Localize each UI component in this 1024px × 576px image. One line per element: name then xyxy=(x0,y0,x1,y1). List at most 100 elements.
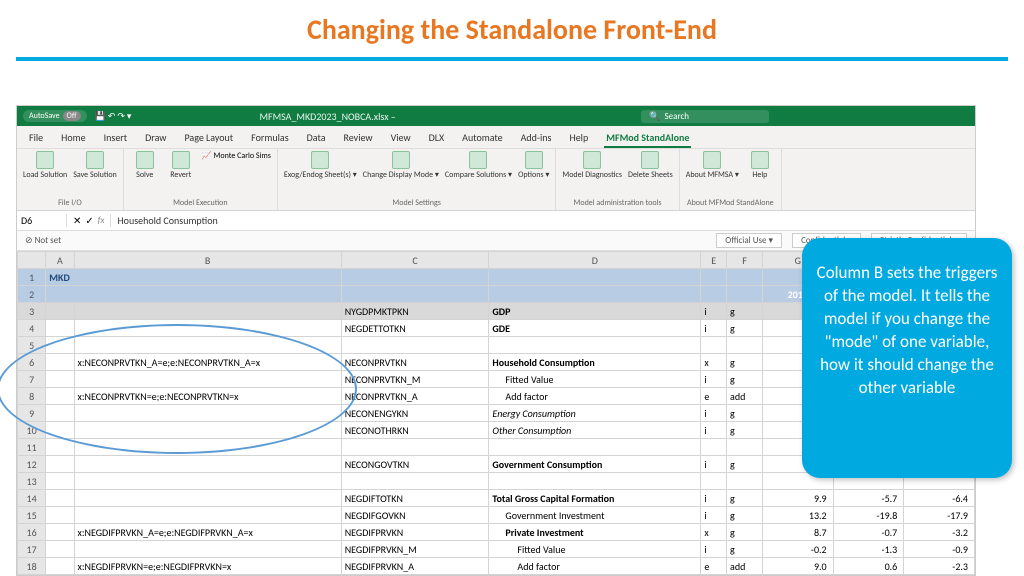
cell[interactable]: 13.2 xyxy=(762,507,833,524)
cell[interactable]: add xyxy=(727,388,763,405)
cell[interactable]: 9.9 xyxy=(762,490,833,507)
cell[interactable]: -2.3 xyxy=(904,558,975,575)
cell[interactable] xyxy=(489,286,701,303)
ribbon-tab-file[interactable]: File xyxy=(27,129,45,148)
cell[interactable]: NEGDIFPRVKN_A xyxy=(341,558,489,575)
cell[interactable] xyxy=(74,337,341,354)
classif-notset[interactable]: ⊘ Not set xyxy=(25,235,61,246)
cell[interactable] xyxy=(74,456,341,473)
ribbon-btn[interactable]: Save Solution xyxy=(73,151,117,180)
cell[interactable]: Other Consumption xyxy=(489,422,701,439)
fx-confirm-icon[interactable]: ✓ xyxy=(85,214,93,227)
cell[interactable]: 1 xyxy=(18,269,46,286)
ribbon-btn[interactable]: Help xyxy=(745,151,775,180)
cell[interactable]: -17.9 xyxy=(904,507,975,524)
ribbon-btn[interactable]: Exog/Endog Sheet(s) ▾ xyxy=(284,151,357,180)
cell[interactable]: i xyxy=(701,422,727,439)
cell[interactable] xyxy=(46,371,74,388)
cell[interactable] xyxy=(46,490,74,507)
cell[interactable] xyxy=(489,473,701,490)
cell[interactable] xyxy=(46,405,74,422)
col-header[interactable] xyxy=(18,252,46,269)
ribbon-tab-dlx[interactable]: DLX xyxy=(427,129,447,148)
cell[interactable] xyxy=(727,439,763,456)
cell[interactable]: 10 xyxy=(18,422,46,439)
cell[interactable]: x:NECONPRVTKN=e;e:NECONPRVTKN=x xyxy=(74,388,341,405)
cell[interactable]: add xyxy=(727,558,763,575)
cell[interactable]: -0.2 xyxy=(762,541,833,558)
cell[interactable] xyxy=(46,558,74,575)
cell[interactable] xyxy=(46,524,74,541)
cell[interactable]: MKD xyxy=(46,269,341,286)
cell[interactable] xyxy=(74,405,341,422)
name-box[interactable]: D6 xyxy=(17,214,67,227)
cell[interactable] xyxy=(74,439,341,456)
cell[interactable] xyxy=(74,303,341,320)
cell[interactable]: 16 xyxy=(18,524,46,541)
col-header[interactable]: D xyxy=(489,252,701,269)
cell[interactable] xyxy=(74,473,341,490)
cell[interactable]: Add factor xyxy=(489,558,701,575)
cell[interactable] xyxy=(46,303,74,320)
ribbon-btn[interactable]: About MFMSA ▾ xyxy=(686,151,739,180)
cell[interactable] xyxy=(341,286,489,303)
ribbon-btn[interactable]: Solve xyxy=(130,151,160,180)
cell[interactable] xyxy=(46,473,74,490)
cell[interactable]: Government Investment xyxy=(489,507,701,524)
cell[interactable]: 8.7 xyxy=(762,524,833,541)
cell[interactable]: Add factor xyxy=(489,388,701,405)
fx-cancel-icon[interactable]: ✕ xyxy=(73,214,81,227)
cell[interactable]: 9.0 xyxy=(762,558,833,575)
cell[interactable] xyxy=(46,286,341,303)
cell[interactable]: Energy Consumption xyxy=(489,405,701,422)
cell[interactable]: -3.2 xyxy=(904,524,975,541)
cell[interactable]: -19.8 xyxy=(833,507,904,524)
cell[interactable] xyxy=(701,337,727,354)
cell[interactable] xyxy=(46,388,74,405)
cell[interactable]: g xyxy=(727,422,763,439)
cell[interactable]: Fitted Value xyxy=(489,541,701,558)
cell[interactable]: 14 xyxy=(18,490,46,507)
col-header[interactable]: A xyxy=(46,252,74,269)
cell[interactable]: NECONOTHRKN xyxy=(341,422,489,439)
classif-official[interactable]: Official Use ▾ xyxy=(716,233,782,248)
cell[interactable]: 2 xyxy=(18,286,46,303)
ribbon-btn[interactable]: Options ▾ xyxy=(518,151,549,180)
search-box[interactable]: 🔍 Search xyxy=(641,110,769,123)
col-header[interactable]: E xyxy=(701,252,727,269)
cell[interactable]: 7 xyxy=(18,371,46,388)
cell[interactable] xyxy=(727,337,763,354)
cell[interactable] xyxy=(74,541,341,558)
cell[interactable]: 8 xyxy=(18,388,46,405)
cell[interactable]: Total Gross Capital Formation xyxy=(489,490,701,507)
ribbon-tab-add-ins[interactable]: Add-ins xyxy=(519,129,554,148)
cell[interactable]: i xyxy=(701,456,727,473)
cell[interactable] xyxy=(341,269,489,286)
cell[interactable]: 17 xyxy=(18,541,46,558)
cell[interactable] xyxy=(46,354,74,371)
cell[interactable]: -1.3 xyxy=(833,541,904,558)
cell[interactable]: g xyxy=(727,320,763,337)
cell[interactable]: e xyxy=(701,388,727,405)
cell[interactable]: NYGDPMKTPKN xyxy=(341,303,489,320)
cell[interactable] xyxy=(46,422,74,439)
cell[interactable]: g xyxy=(727,524,763,541)
ribbon-btn[interactable]: Change Display Mode ▾ xyxy=(363,151,439,180)
cell[interactable]: e xyxy=(701,558,727,575)
ribbon-tab-draw[interactable]: Draw xyxy=(143,129,168,148)
cell[interactable]: 6 xyxy=(18,354,46,371)
cell[interactable]: g xyxy=(727,405,763,422)
cell[interactable] xyxy=(701,286,727,303)
cell[interactable]: i xyxy=(701,490,727,507)
formula-input[interactable]: Household Consumption xyxy=(111,214,975,227)
cell[interactable] xyxy=(341,439,489,456)
ribbon-tab-help[interactable]: Help xyxy=(567,129,590,148)
cell[interactable] xyxy=(74,371,341,388)
ribbon-tab-automate[interactable]: Automate xyxy=(460,129,504,148)
cell[interactable]: NEGDIFGOVKN xyxy=(341,507,489,524)
cell[interactable]: Private Investment xyxy=(489,524,701,541)
cell[interactable]: 4 xyxy=(18,320,46,337)
cell[interactable]: g xyxy=(727,541,763,558)
cell[interactable] xyxy=(46,507,74,524)
ribbon-tab-home[interactable]: Home xyxy=(59,129,87,148)
